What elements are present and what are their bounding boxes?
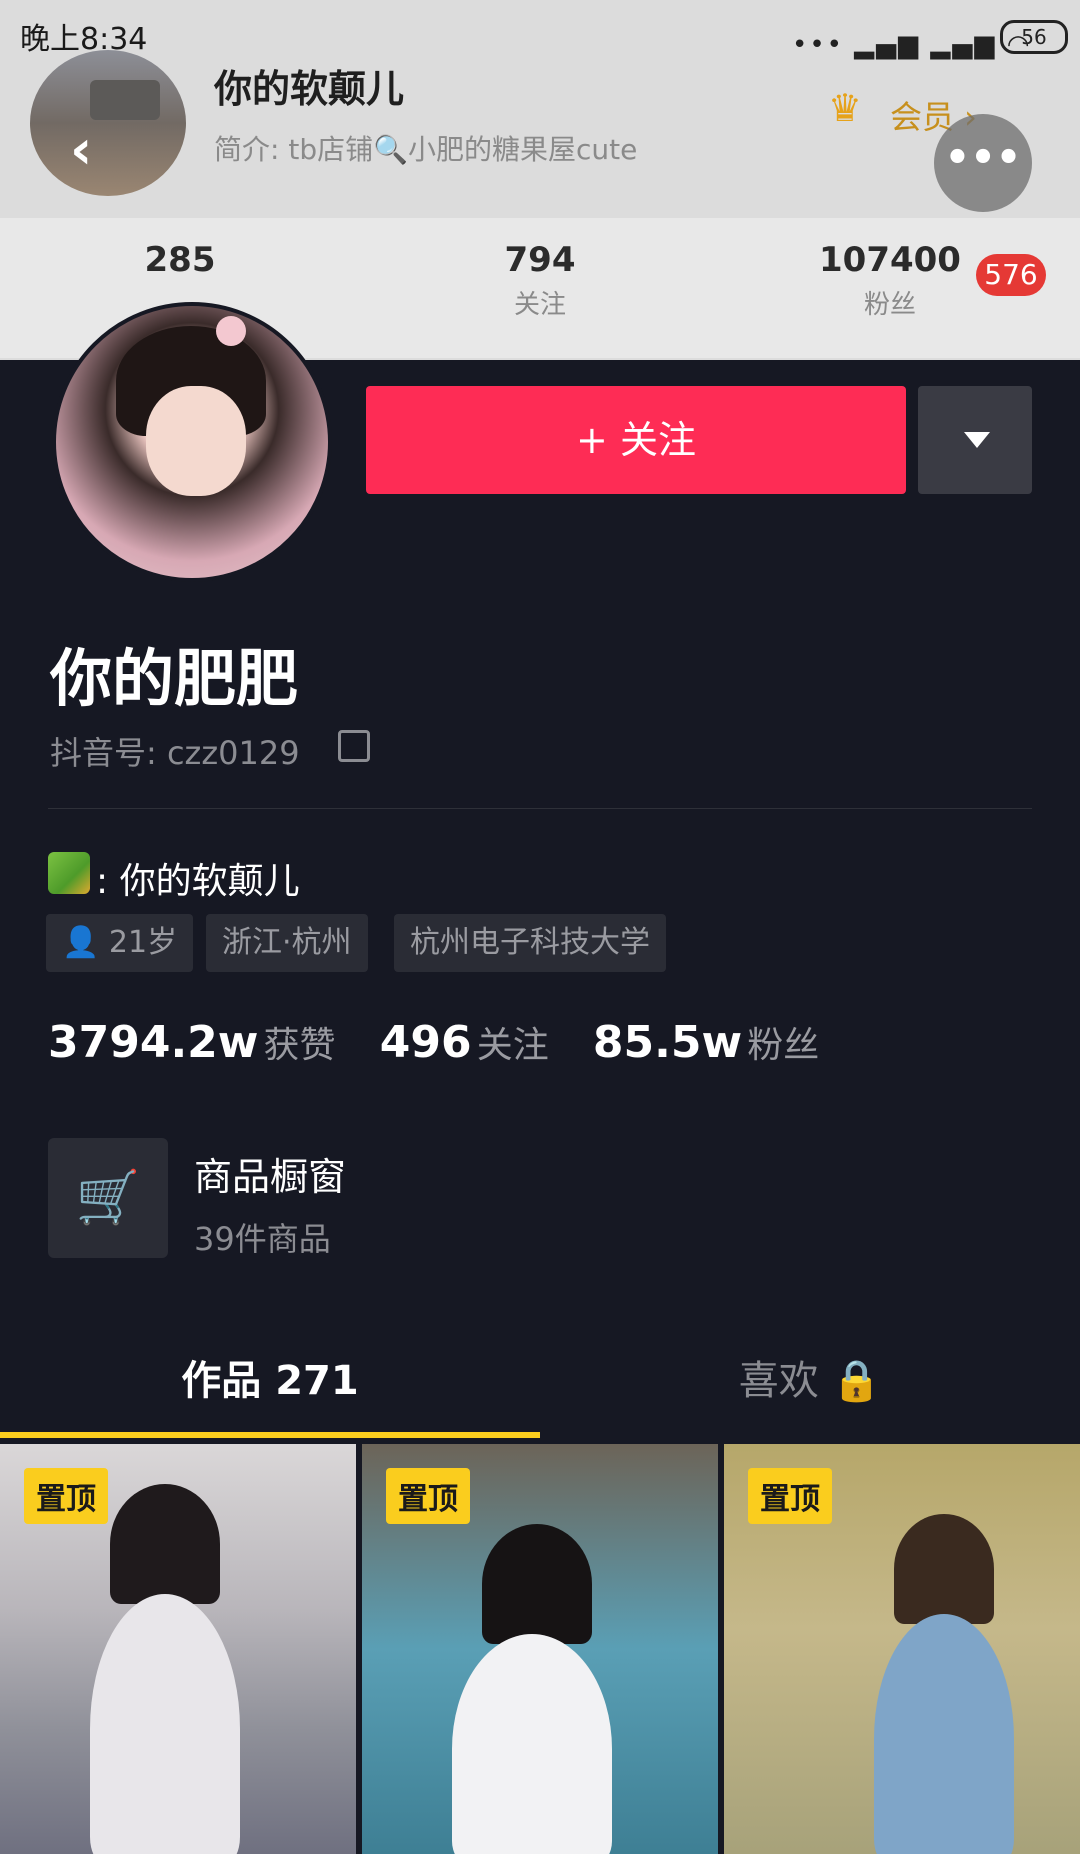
tag-location: 浙江·杭州 (206, 914, 368, 972)
pinned-badge: 置顶 (386, 1468, 470, 1524)
stat-fans-label: 粉丝 (863, 290, 916, 320)
status-time: 晚上8:34 (20, 22, 148, 57)
tab-likes[interactable]: 喜欢 🔒 (540, 1348, 1080, 1406)
tag-school: 杭州电子科技大学 (394, 914, 666, 972)
caret-down-icon (964, 432, 990, 448)
display-name: 你的肥肥 (50, 642, 299, 715)
signature: : 你的软颠儿 (96, 861, 300, 902)
copy-icon[interactable] (338, 730, 370, 762)
profile-counts: 3794.2w 获赞 496 关注 85.5w 粉丝 (48, 1016, 819, 1068)
pinned-badge: 置顶 (24, 1468, 108, 1524)
shop-title[interactable]: 商品橱窗 (194, 1146, 346, 1201)
video-thumbnail[interactable]: 置顶 (362, 1444, 718, 1854)
stat-following-label: 关注 (513, 290, 566, 320)
likes-count: 3794.2w (48, 1017, 259, 1068)
video-thumbnail[interactable]: 置顶 (0, 1444, 356, 1854)
tag-age-label: 21岁 (108, 925, 178, 960)
profile-avatar[interactable] (52, 302, 332, 582)
video-thumbnail[interactable]: 置顶 (724, 1444, 1080, 1854)
battery-icon: 56 (1000, 20, 1068, 54)
douyin-id: 抖音号: czz0129 (50, 734, 300, 772)
divider (48, 808, 1032, 809)
new-fans-badge: 576 (976, 254, 1046, 296)
crown-icon: ♛ (828, 86, 863, 130)
signal-icon: ••• ▂▄▆ ▂▄▆ ◠ (792, 30, 1032, 60)
header-avatar (30, 50, 186, 196)
tab-works[interactable]: 作品 271 (0, 1348, 540, 1406)
chevron-left-icon[interactable]: ‹ (70, 118, 92, 181)
recommend-dropdown-button[interactable] (918, 386, 1032, 494)
follow-button[interactable]: + 关注 (366, 386, 906, 494)
shop-count: 39件商品 (194, 1220, 331, 1258)
stat-works-count: 285 (144, 240, 216, 280)
following-label[interactable]: 关注 (477, 1025, 549, 1066)
fans-label[interactable]: 粉丝 (747, 1025, 819, 1066)
likes-label: 获赞 (263, 1025, 336, 1066)
more-dots-icon[interactable]: ••• (934, 114, 1032, 212)
header-bio: 简介: tb店铺🔍小肥的糖果屋cute (214, 133, 638, 166)
scarf-icon (48, 852, 90, 894)
stat-fans-count: 107400 (819, 240, 961, 280)
following-count[interactable]: 496 (380, 1017, 472, 1068)
tag-age: 👤 21岁 (46, 914, 194, 972)
cart-icon[interactable]: 🛒 (48, 1138, 168, 1258)
tab-indicator (0, 1432, 540, 1438)
fans-count[interactable]: 85.5w (593, 1017, 742, 1068)
pinned-badge: 置顶 (748, 1468, 832, 1524)
status-bar: 晚上8:34 ••• ▂▄▆ ▂▄▆ ◠ 56 (0, 0, 1080, 70)
stat-following-count: 794 (504, 240, 576, 280)
person-icon: 👤 (62, 925, 100, 960)
